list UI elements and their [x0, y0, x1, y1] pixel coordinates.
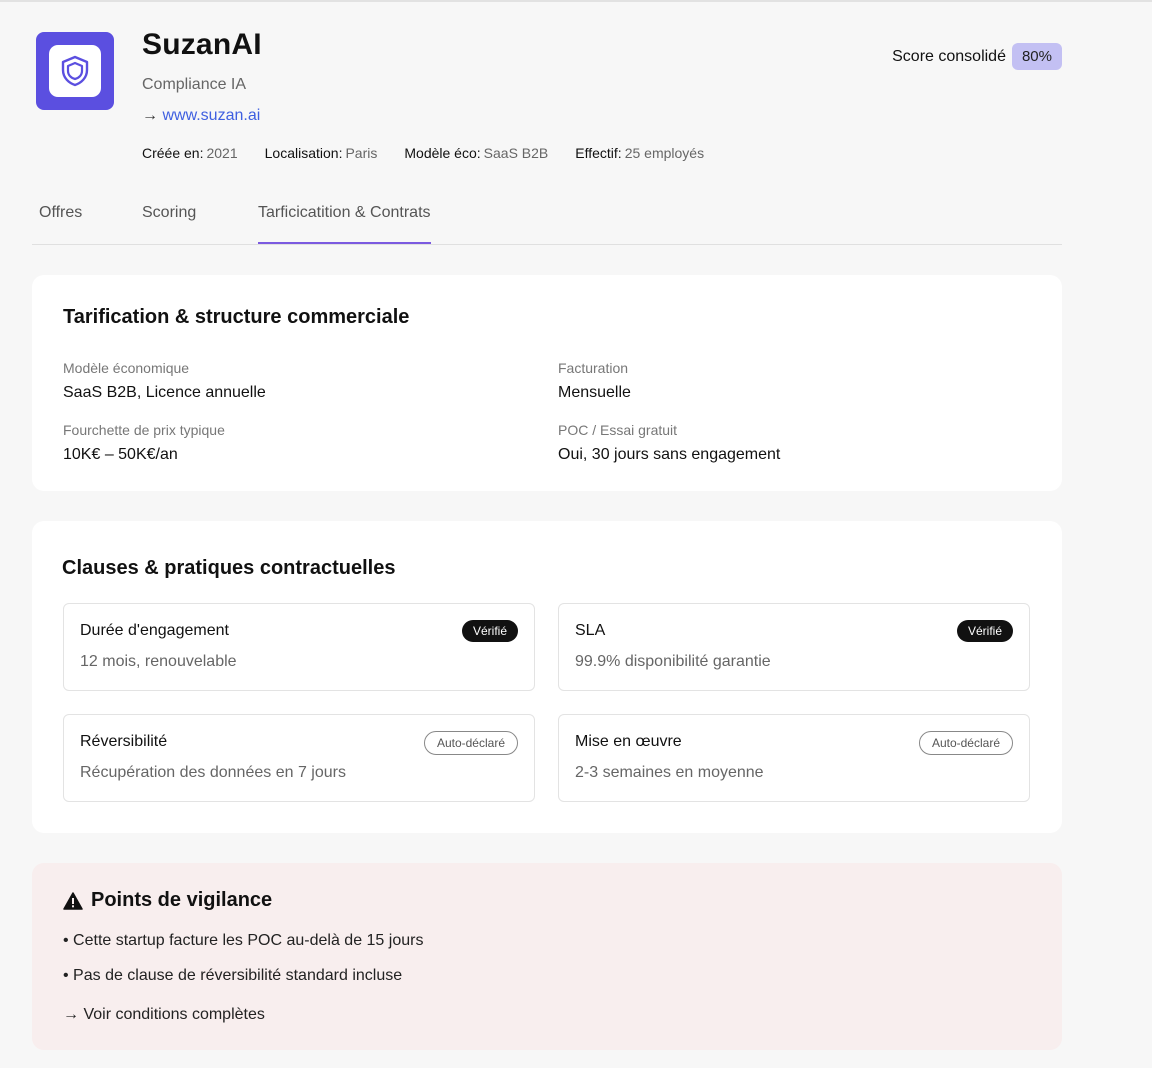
vigilance-title: Points de vigilance	[91, 889, 273, 911]
score-badge: 80%	[1011, 43, 1062, 70]
view-full-conditions-link[interactable]: → Voir conditions complètes	[63, 1006, 265, 1024]
tab-tarification-contrats[interactable]: Tarficicatition & Contrats	[258, 204, 431, 244]
tab-offres[interactable]: Offres	[39, 204, 82, 242]
self-declared-badge: Auto-déclaré	[918, 731, 1013, 755]
meta-headcount: Effectif: 25 employés	[575, 145, 705, 161]
field-billing: Facturation Mensuelle	[558, 360, 631, 401]
meta-location: Localisation: Paris	[264, 145, 378, 161]
vigilance-panel: Points de vigilance • Cette startup fact…	[32, 863, 1062, 1050]
tab-scoring[interactable]: Scoring	[142, 204, 196, 242]
warning-triangle-icon	[63, 891, 83, 910]
pricing-card: Tarification & structure commerciale Mod…	[32, 275, 1062, 491]
score-label: Score consolidé	[892, 47, 1006, 65]
clause-engagement: Durée d'engagement 12 mois, renouvelable…	[63, 603, 535, 691]
field-price-range: Fourchette de prix typique 10K€ – 50K€/a…	[63, 422, 225, 463]
website-row: → www.suzan.ai	[142, 107, 260, 125]
vigilance-header: Points de vigilance	[63, 889, 272, 912]
consolidated-score: Score consolidé 80%	[892, 43, 1062, 70]
clause-reversibility: Réversibilité Récupération des données e…	[63, 714, 535, 802]
shield-icon	[49, 45, 101, 97]
clause-sla: SLA 99.9% disponibilité garantie Vérifié	[558, 603, 1030, 691]
self-declared-badge: Auto-déclaré	[423, 731, 518, 755]
field-poc-trial: POC / Essai gratuit Oui, 30 jours sans e…	[558, 422, 781, 463]
company-meta: Créée en: 2021 Localisation: Paris Modèle …	[142, 145, 731, 161]
vigilance-item: • Cette startup facture les POC au-delà …	[63, 932, 424, 949]
field-business-model: Modèle économique SaaS B2B, Licence annu…	[63, 360, 266, 401]
company-name: SuzanAI	[142, 28, 262, 61]
clauses-title: Clauses & pratiques contractuelles	[62, 557, 396, 579]
arrow-right-icon: →	[142, 107, 158, 124]
website-link[interactable]: www.suzan.ai	[162, 107, 260, 124]
pricing-title: Tarification & structure commerciale	[63, 306, 410, 328]
company-logo	[36, 32, 114, 110]
verified-badge: Vérifié	[956, 620, 1013, 642]
verified-badge: Vérifié	[461, 620, 518, 642]
vigilance-item: • Pas de clause de réversibilité standar…	[63, 967, 403, 984]
company-tagline: Compliance IA	[142, 76, 247, 93]
meta-founded: Créée en: 2021	[142, 145, 238, 161]
clauses-card: Clauses & pratiques contractuelles Durée…	[32, 521, 1062, 833]
clause-implementation: Mise en œuvre 2-3 semaines en moyenne Au…	[558, 714, 1030, 802]
tab-bar: Offres Scoring Tarficicatition & Contrat…	[32, 192, 1062, 245]
meta-business-model: Modèle éco: SaaS B2B	[404, 145, 549, 161]
